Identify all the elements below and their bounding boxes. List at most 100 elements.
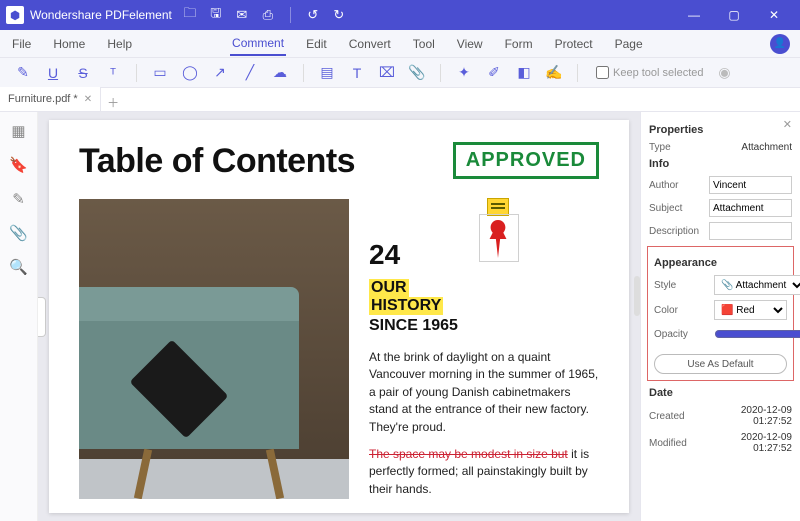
title-bar: ⬢ Wondershare PDFelement 🗀 🖫 ✉ ⎙ ↺ ↻ ― ▢… xyxy=(0,0,800,30)
hide-comments-icon[interactable]: ◉ xyxy=(716,64,734,82)
rectangle-icon[interactable]: ▭ xyxy=(151,64,169,82)
window-controls: ― ▢ ✕ xyxy=(674,0,794,30)
menu-bar: File Home Help Comment Edit Convert Tool… xyxy=(0,30,800,58)
color-select[interactable]: 🟥 Red xyxy=(714,300,787,320)
type-label: Type xyxy=(649,142,703,153)
menu-help[interactable]: Help xyxy=(105,33,134,55)
author-label: Author xyxy=(649,180,703,191)
type-value: Attachment xyxy=(709,142,792,153)
document-viewport[interactable]: Table of Contents APPROVED 24 OUR HISTOR… xyxy=(38,112,640,521)
separator xyxy=(440,64,441,82)
panel-title: Properties xyxy=(649,124,792,136)
strikeout-annotation[interactable]: The space may be modest in size but xyxy=(369,447,568,461)
undo-icon[interactable]: ↺ xyxy=(305,7,321,23)
mail-icon[interactable]: ✉ xyxy=(234,7,250,23)
separator xyxy=(136,64,137,82)
menu-file[interactable]: File xyxy=(10,33,33,55)
highlight-annotation[interactable]: HISTORY xyxy=(369,297,443,315)
appearance-title: Appearance xyxy=(654,257,787,269)
cloud-icon[interactable]: ☁ xyxy=(271,64,289,82)
pushpin-icon[interactable] xyxy=(485,220,511,258)
description-input[interactable] xyxy=(709,222,792,240)
author-input[interactable] xyxy=(709,176,792,194)
info-title: Info xyxy=(649,158,792,170)
app-title: Wondershare PDFelement xyxy=(30,8,172,22)
menu-edit[interactable]: Edit xyxy=(304,33,329,55)
stamp-icon[interactable]: ✦ xyxy=(455,64,473,82)
body-text: At the brink of daylight on a quaint Van… xyxy=(369,349,599,436)
user-avatar-icon[interactable]: 👤 xyxy=(770,34,790,54)
close-icon[interactable]: ✕ xyxy=(754,0,794,30)
left-panel-handle[interactable] xyxy=(38,297,46,337)
body-text: The space may be modest in size but it i… xyxy=(369,446,599,498)
pdf-page: Table of Contents APPROVED 24 OUR HISTOR… xyxy=(49,120,629,513)
menu-protect[interactable]: Protect xyxy=(553,33,595,55)
line-icon[interactable]: ╱ xyxy=(241,64,259,82)
menu-comment[interactable]: Comment xyxy=(230,32,286,56)
style-label: Style xyxy=(654,280,708,291)
description-label: Description xyxy=(649,226,703,237)
tab-furniture[interactable]: Furniture.pdf * ✕ xyxy=(0,87,101,111)
opacity-slider[interactable] xyxy=(714,326,800,342)
appearance-group: Appearance Style 📎 Attachment Color 🟥 Re… xyxy=(647,246,794,381)
date-title: Date xyxy=(649,387,792,399)
modified-label: Modified xyxy=(649,438,703,449)
arrow-icon[interactable]: ↗ xyxy=(211,64,229,82)
document-tabs: Furniture.pdf * ✕ ＋ xyxy=(0,88,800,112)
save-icon[interactable]: 🖫 xyxy=(208,7,224,23)
panel-close-icon[interactable]: ✕ xyxy=(783,118,792,131)
caret-icon[interactable]: ᵀ xyxy=(104,64,122,82)
redo-icon[interactable]: ↻ xyxy=(331,7,347,23)
signature-icon[interactable]: ✍ xyxy=(545,64,563,82)
callout-icon[interactable]: 📎 xyxy=(408,64,426,82)
approved-stamp[interactable]: APPROVED xyxy=(453,142,599,179)
strikethrough-icon[interactable]: S xyxy=(74,64,92,82)
oval-icon[interactable]: ◯ xyxy=(181,64,199,82)
comment-toolbar: ✎ U S ᵀ ▭ ◯ ↗ ╱ ☁ ▤ T ⌧ 📎 ✦ ✐ ◧ ✍ Keep t… xyxy=(0,58,800,88)
subject-label: Subject xyxy=(649,203,703,214)
separator xyxy=(577,64,578,82)
typewriter-icon[interactable]: T xyxy=(348,64,366,82)
maximize-icon[interactable]: ▢ xyxy=(714,0,754,30)
comments-panel-icon[interactable]: ✎ xyxy=(12,190,25,208)
style-select[interactable]: 📎 Attachment xyxy=(714,275,800,295)
highlight-annotation[interactable]: OUR xyxy=(369,279,409,297)
menu-view[interactable]: View xyxy=(455,33,485,55)
menu-form[interactable]: Form xyxy=(503,33,535,55)
color-label: Color xyxy=(654,305,708,316)
app-logo-icon: ⬢ xyxy=(6,6,24,24)
separator xyxy=(290,7,291,23)
eraser-icon[interactable]: ◧ xyxy=(515,64,533,82)
created-value: 2020-12-09 01:27:52 xyxy=(709,405,792,427)
main-area: ▦ 🔖 ✎ 📎 🔍 Table of Contents APPROVED xyxy=(0,112,800,521)
menu-home[interactable]: Home xyxy=(51,33,87,55)
textbox-icon[interactable]: ⌧ xyxy=(378,64,396,82)
highlight-icon[interactable]: ✎ xyxy=(14,64,32,82)
opacity-label: Opacity xyxy=(654,329,708,340)
menu-convert[interactable]: Convert xyxy=(347,33,393,55)
quick-access-toolbar: 🗀 🖫 ✉ ⎙ ↺ ↻ xyxy=(182,7,347,23)
subject-input[interactable] xyxy=(709,199,792,217)
separator xyxy=(303,64,304,82)
add-tab-icon[interactable]: ＋ xyxy=(101,94,125,111)
thumbnails-icon[interactable]: ▦ xyxy=(11,122,25,140)
search-icon[interactable]: 🔍 xyxy=(9,258,28,276)
open-icon[interactable]: 🗀 xyxy=(182,7,198,23)
pencil-icon[interactable]: ✐ xyxy=(485,64,503,82)
use-as-default-button[interactable]: Use As Default xyxy=(654,354,787,374)
properties-panel: ✕ Properties Type Attachment Info Author… xyxy=(640,112,800,521)
furniture-image xyxy=(79,199,349,499)
minimize-icon[interactable]: ― xyxy=(674,0,714,30)
menu-tool[interactable]: Tool xyxy=(411,33,437,55)
keep-tool-label: Keep tool selected xyxy=(613,67,704,79)
note-icon[interactable]: ▤ xyxy=(318,64,336,82)
tab-close-icon[interactable]: ✕ xyxy=(84,94,92,105)
keep-tool-selected[interactable]: Keep tool selected xyxy=(596,66,704,79)
left-rail: ▦ 🔖 ✎ 📎 🔍 xyxy=(0,112,38,521)
bookmark-icon[interactable]: 🔖 xyxy=(9,156,28,174)
print-icon[interactable]: ⎙ xyxy=(260,7,276,23)
keep-tool-checkbox[interactable] xyxy=(596,66,609,79)
underline-icon[interactable]: U xyxy=(44,64,62,82)
menu-page[interactable]: Page xyxy=(613,33,645,55)
attachments-icon[interactable]: 📎 xyxy=(9,224,28,242)
